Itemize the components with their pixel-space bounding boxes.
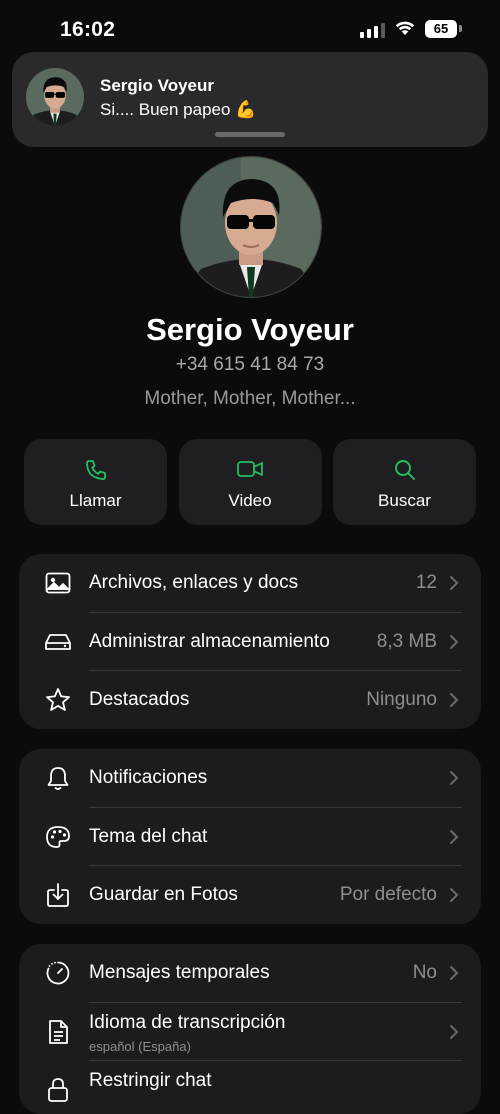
cellular-signal-icon bbox=[360, 22, 385, 38]
row-sublabel: español (España) bbox=[89, 1038, 191, 1054]
document-icon bbox=[45, 1019, 71, 1045]
row-label: Mensajes temporales bbox=[89, 962, 270, 984]
notification-message: Si.... Buen papeo 💪 bbox=[100, 100, 257, 119]
status-bar: 16:02 65 bbox=[0, 0, 500, 56]
search-label: Buscar bbox=[378, 491, 431, 510]
timer-icon bbox=[45, 960, 71, 986]
row-value: 12 bbox=[415, 572, 437, 594]
chevron-right-icon bbox=[450, 829, 459, 844]
row-value: Ninguno bbox=[366, 689, 437, 711]
row-label: Archivos, enlaces y docs bbox=[89, 572, 299, 594]
row-label: Tema del chat bbox=[89, 825, 208, 847]
video-button[interactable]: Video bbox=[178, 439, 322, 525]
search-icon bbox=[394, 460, 415, 480]
settings-group: Notificaciones Tema del chat Guardar en … bbox=[19, 749, 481, 924]
row-transcription-language[interactable]: Idioma de transcripción español (España) bbox=[19, 1003, 481, 1061]
battery-tip bbox=[459, 25, 462, 32]
battery-icon: 65 bbox=[425, 20, 457, 38]
contact-name: Sergio Voyeur bbox=[146, 312, 354, 347]
row-notifications[interactable]: Notificaciones bbox=[19, 749, 481, 808]
row-label: Idioma de transcripción bbox=[89, 1011, 286, 1033]
video-icon bbox=[237, 461, 263, 477]
row-lock-chat[interactable]: Restringir chat bbox=[19, 1061, 481, 1114]
row-value: No bbox=[412, 962, 437, 984]
call-label: Llamar bbox=[69, 491, 122, 510]
call-button[interactable]: Llamar bbox=[24, 439, 167, 525]
row-value: Por defecto bbox=[339, 884, 437, 906]
contact-about: Mother, Mother, Mother... bbox=[144, 388, 356, 409]
row-label: Destacados bbox=[89, 689, 190, 711]
chevron-right-icon bbox=[450, 966, 459, 981]
drag-handle[interactable] bbox=[215, 132, 285, 137]
storage-icon bbox=[45, 629, 71, 655]
row-manage-storage[interactable]: Administrar almacenamiento 8,3 MB bbox=[19, 613, 481, 671]
phone-icon bbox=[85, 460, 106, 480]
row-save-to-photos[interactable]: Guardar en Fotos Por defecto bbox=[19, 866, 481, 924]
chevron-right-icon bbox=[450, 634, 459, 649]
bell-icon bbox=[45, 765, 71, 791]
row-label: Guardar en Fotos bbox=[89, 884, 238, 906]
status-time: 16:02 bbox=[60, 18, 116, 41]
chevron-right-icon bbox=[450, 888, 459, 903]
row-disappearing-messages[interactable]: Mensajes temporales No bbox=[19, 944, 481, 1003]
video-label: Video bbox=[228, 491, 272, 510]
row-chat-theme[interactable]: Tema del chat bbox=[19, 808, 481, 866]
contact-phone[interactable]: +34 615 41 84 73 bbox=[0, 354, 500, 376]
notification-banner[interactable]: Sergio Voyeur Si.... Buen papeo 💪 bbox=[12, 52, 488, 147]
row-value: 8,3 MB bbox=[376, 630, 437, 652]
chevron-right-icon bbox=[450, 576, 459, 591]
media-group: Archivos, enlaces y docs 12 Administrar … bbox=[19, 554, 481, 729]
wifi-icon bbox=[395, 21, 415, 35]
save-icon bbox=[45, 882, 71, 908]
row-label: Administrar almacenamiento bbox=[89, 630, 330, 652]
notification-sender: Sergio Voyeur bbox=[100, 76, 214, 95]
search-button[interactable]: Buscar bbox=[333, 439, 476, 525]
chevron-right-icon bbox=[450, 693, 459, 708]
chevron-right-icon bbox=[450, 771, 459, 786]
row-starred[interactable]: Destacados Ninguno bbox=[19, 671, 481, 729]
lock-icon bbox=[45, 1077, 71, 1103]
palette-icon bbox=[45, 824, 71, 850]
row-media-links-docs[interactable]: Archivos, enlaces y docs 12 bbox=[19, 554, 481, 613]
row-label: Notificaciones bbox=[89, 767, 208, 789]
star-icon bbox=[45, 687, 71, 713]
action-buttons: Llamar Video Buscar bbox=[24, 439, 476, 525]
media-icon bbox=[45, 570, 71, 596]
avatar bbox=[26, 68, 84, 126]
chevron-right-icon bbox=[450, 1024, 459, 1039]
row-label: Restringir chat bbox=[89, 1070, 212, 1091]
privacy-group: Mensajes temporales No Idioma de transcr… bbox=[19, 944, 481, 1114]
profile-photo[interactable] bbox=[180, 156, 322, 298]
